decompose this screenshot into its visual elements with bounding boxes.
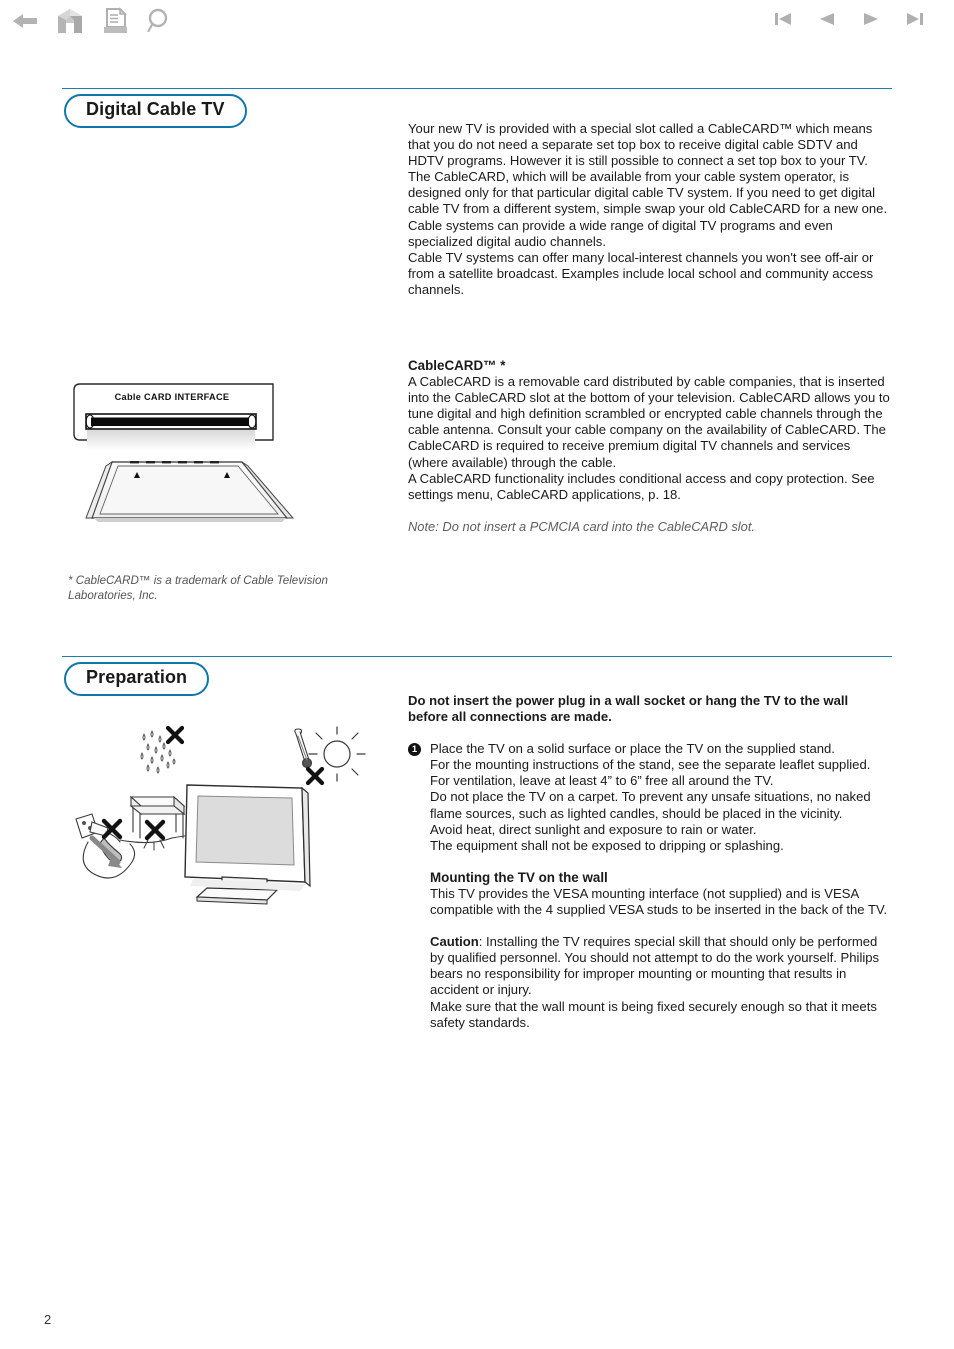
home-icon[interactable] bbox=[54, 6, 86, 36]
no-heat-cross-icon bbox=[305, 766, 325, 786]
caution-extra: Make sure that the wall mount is being f… bbox=[430, 998, 877, 1030]
previous-page-icon[interactable] bbox=[816, 8, 838, 30]
back-arrow-icon[interactable] bbox=[10, 8, 40, 34]
step-line-5: Avoid heat, direct sunlight and exposure… bbox=[430, 821, 757, 837]
step-line-6: The equipment shall not be exposed to dr… bbox=[430, 837, 784, 853]
search-icon[interactable] bbox=[144, 6, 174, 36]
cablecard-note: Note: Do not insert a PCMCIA card into t… bbox=[408, 518, 755, 534]
first-page-icon[interactable] bbox=[772, 8, 794, 30]
toolbar-right-group bbox=[772, 8, 926, 30]
intro-paragraph-2: The CableCARD, which will be available f… bbox=[408, 169, 888, 217]
power-socket-symbol bbox=[75, 813, 136, 879]
caution-label: Caution bbox=[430, 934, 479, 950]
step-number-badge: 1 bbox=[408, 743, 421, 757]
toolbar-left-group bbox=[10, 6, 174, 36]
next-page-icon[interactable] bbox=[860, 8, 882, 30]
cablecard-paragraph-1: A CableCARD is a removable card distribu… bbox=[408, 374, 890, 470]
preparation-title: Preparation bbox=[64, 662, 210, 696]
caution-paragraph: Caution: Installing the TV requires spec… bbox=[430, 934, 890, 998]
step-line-2: For the mounting instructions of the sta… bbox=[430, 757, 871, 773]
intro-paragraph-1: Your new TV is provided with a special s… bbox=[408, 121, 873, 169]
section-rule bbox=[62, 88, 892, 89]
caution-text: : Installing the TV requires special ski… bbox=[430, 934, 880, 998]
no-rain-cross-icon bbox=[165, 725, 185, 745]
print-document-icon[interactable] bbox=[100, 6, 130, 36]
page-number: 2 bbox=[44, 1312, 52, 1327]
digital-cable-tv-body: Your new TV is provided with a special s… bbox=[408, 121, 890, 298]
sun-heat-symbol bbox=[294, 726, 366, 786]
step-line-1: Place the TV on a solid surface or place… bbox=[430, 741, 835, 757]
cablecard-paragraph-2: A CableCARD functionality includes condi… bbox=[408, 470, 875, 502]
viewer-toolbar bbox=[0, 0, 954, 50]
cablecard-card-illustration bbox=[82, 452, 312, 537]
mounting-paragraph: This TV provides the VESA mounting inter… bbox=[430, 885, 888, 918]
mounting-subheading: Mounting the TV on the wall bbox=[430, 869, 608, 885]
step-line-4: Do not place the TV on a carpet. To prev… bbox=[430, 789, 871, 821]
page-title: Digital Cable TV bbox=[64, 94, 247, 128]
intro-paragraph-3: Cable systems can provide a wide range o… bbox=[408, 217, 833, 249]
cablecard-trademark-footnote: * CableCARD™ is a trademark of Cable Tel… bbox=[68, 574, 328, 602]
intro-paragraph-4: Cable TV systems can offer many local-in… bbox=[408, 249, 874, 297]
preparation-warning: Do not insert the power plug in a wall s… bbox=[408, 693, 849, 725]
cablecard-subheading: CableCARD™ * bbox=[408, 358, 506, 373]
tv-placement-illustration bbox=[62, 722, 382, 917]
preparation-body: Do not insert the power plug in a wall s… bbox=[408, 693, 890, 1031]
no-table-cross-icon bbox=[144, 819, 166, 841]
last-page-icon[interactable] bbox=[904, 8, 926, 30]
cablecard-interface-label: Cable CARD INTERFACE bbox=[115, 392, 230, 402]
section-rule-preparation bbox=[62, 656, 892, 657]
rain-symbol bbox=[140, 725, 185, 774]
preparation-step-1: 1 Place the TV on a solid surface or pla… bbox=[408, 741, 890, 1031]
cablecard-block: CableCARD™ * A CableCARD is a removable … bbox=[408, 358, 890, 535]
television-illustration bbox=[184, 784, 311, 905]
step-line-3: For ventilation, leave at least 4” to 6”… bbox=[430, 773, 774, 789]
